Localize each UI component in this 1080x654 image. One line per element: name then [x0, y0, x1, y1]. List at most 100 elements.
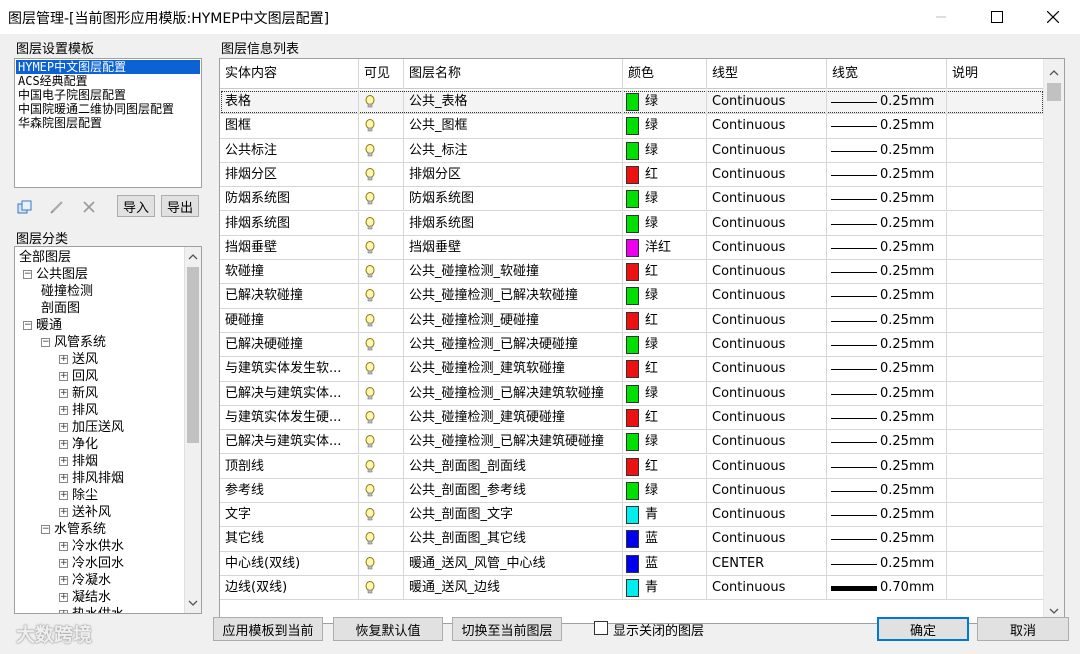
cell-lineweight[interactable]: 0.25mm	[827, 138, 947, 163]
close-button[interactable]	[1030, 0, 1076, 34]
color-swatch[interactable]	[626, 506, 639, 525]
cell-layer-name[interactable]: 暖通_送风_风管_中心线	[404, 551, 623, 576]
cell-visible[interactable]	[359, 90, 404, 114]
cell-linetype[interactable]: Continuous	[707, 405, 827, 430]
cell-layer-name[interactable]: 排烟分区	[404, 162, 623, 187]
expand-icon[interactable]: +	[59, 440, 68, 449]
tree-item[interactable]: 热水供水	[72, 606, 124, 613]
cell-layer-name[interactable]: 公共_剖面图_其它线	[404, 527, 623, 552]
table-row[interactable]: 挡烟垂壁 挡烟垂壁 洋红 Continuous 0.25mm	[220, 235, 1044, 261]
table-row[interactable]: 其它线 公共_剖面图_其它线 蓝 Continuous 0.25mm	[220, 527, 1044, 552]
collapse-icon[interactable]: −	[41, 525, 50, 534]
cell-color[interactable]: 绿	[623, 478, 707, 503]
tree-item[interactable]: 冷水回水	[72, 555, 124, 572]
cell-layer-name[interactable]: 公共_剖面图_参考线	[404, 478, 623, 503]
table-row[interactable]: 文字 公共_剖面图_文字 青 Continuous 0.25mm	[220, 503, 1044, 528]
column-header-color[interactable]: 颜色	[623, 59, 707, 89]
color-swatch[interactable]	[626, 141, 639, 160]
table-row[interactable]: 公共标注 公共_标注 绿 Continuous 0.25mm	[220, 138, 1044, 163]
color-swatch[interactable]	[626, 93, 639, 111]
expand-icon[interactable]: +	[59, 576, 68, 585]
tree-item[interactable]: 除尘	[72, 487, 98, 504]
export-button[interactable]: 导出	[161, 195, 199, 217]
cell-visible[interactable]	[359, 527, 404, 552]
bulb-icon[interactable]	[364, 118, 376, 134]
cell-layer-name[interactable]: 公共_碰撞检测_已解决软碰撞	[404, 284, 623, 309]
ok-button[interactable]: 确定	[877, 617, 969, 641]
edit-template-button[interactable]	[46, 196, 68, 218]
tree-item[interactable]: 送补风	[72, 504, 111, 521]
bulb-icon[interactable]	[364, 94, 376, 110]
cell-lineweight[interactable]: 0.70mm	[827, 576, 947, 600]
cell-note[interactable]	[947, 454, 1044, 479]
cell-linetype[interactable]: Continuous	[707, 527, 827, 552]
cell-color[interactable]: 洋红	[623, 235, 707, 260]
cell-visible[interactable]	[359, 503, 404, 528]
tree-item[interactable]: 风管系统	[54, 334, 106, 351]
expand-icon[interactable]: +	[59, 372, 68, 381]
bulb-icon[interactable]	[364, 531, 376, 547]
expand-icon[interactable]: +	[59, 491, 68, 500]
cell-color[interactable]: 绿	[623, 284, 707, 309]
cell-note[interactable]	[947, 357, 1044, 382]
cell-note[interactable]	[947, 405, 1044, 430]
cell-note[interactable]	[947, 260, 1044, 285]
cell-visible[interactable]	[359, 454, 404, 479]
cell-layer-name[interactable]: 公共_碰撞检测_硬碰撞	[404, 308, 623, 333]
cell-layer-name[interactable]: 公共_碰撞检测_已解决建筑硬碰撞	[404, 430, 623, 455]
color-swatch[interactable]	[626, 433, 639, 452]
cell-visible[interactable]	[359, 405, 404, 430]
cell-linetype[interactable]: Continuous	[707, 138, 827, 163]
cell-note[interactable]	[947, 381, 1044, 406]
cell-linetype[interactable]: Continuous	[707, 114, 827, 139]
color-swatch[interactable]	[626, 530, 639, 549]
cell-linetype[interactable]: Continuous	[707, 260, 827, 285]
collapse-icon[interactable]: −	[23, 270, 32, 279]
cell-layer-name[interactable]: 公共_碰撞检测_建筑硬碰撞	[404, 405, 623, 430]
color-swatch[interactable]	[626, 190, 639, 209]
cell-color[interactable]: 绿	[623, 114, 707, 139]
tree-item[interactable]: 新风	[72, 385, 98, 402]
column-header-layer[interactable]: 图层名称	[404, 59, 623, 89]
cell-lineweight[interactable]: 0.25mm	[827, 260, 947, 285]
template-item[interactable]: ACS经典配置	[16, 74, 200, 88]
cell-linetype[interactable]: CENTER	[707, 551, 827, 576]
template-list[interactable]: HYMEP中文图层配置 ACS经典配置 中国电子院图层配置 中国院暖通二维协同图…	[14, 58, 202, 188]
cell-lineweight[interactable]: 0.25mm	[827, 527, 947, 552]
bulb-icon[interactable]	[364, 434, 376, 450]
cell-lineweight[interactable]: 0.25mm	[827, 90, 947, 114]
cell-lineweight[interactable]: 0.25mm	[827, 114, 947, 139]
cell-lineweight[interactable]: 0.25mm	[827, 187, 947, 212]
cell-note[interactable]	[947, 503, 1044, 528]
scroll-down-icon[interactable]	[185, 595, 201, 611]
color-swatch[interactable]	[626, 214, 639, 233]
color-swatch[interactable]	[626, 311, 639, 330]
cell-layer-name[interactable]: 挡烟垂壁	[404, 235, 623, 260]
bulb-icon[interactable]	[364, 361, 376, 377]
cell-note[interactable]	[947, 333, 1044, 357]
color-swatch[interactable]	[626, 263, 639, 282]
cell-layer-name[interactable]: 暖通_送风_边线	[404, 576, 623, 600]
cell-note[interactable]	[947, 114, 1044, 139]
cell-color[interactable]: 红	[623, 162, 707, 187]
cell-visible[interactable]	[359, 381, 404, 406]
cell-linetype[interactable]: Continuous	[707, 333, 827, 357]
cell-color[interactable]: 绿	[623, 187, 707, 212]
cell-color[interactable]: 青	[623, 503, 707, 528]
table-row[interactable]: 已解决与建筑实体... 公共_碰撞检测_已解决建筑软碰撞 绿 Continuous 0.…	[220, 381, 1044, 406]
bulb-icon[interactable]	[364, 337, 376, 353]
cell-visible[interactable]	[359, 576, 404, 600]
cell-layer-name[interactable]: 公共_碰撞检测_软碰撞	[404, 260, 623, 285]
tree-item[interactable]: 暖通	[36, 317, 62, 334]
apply-template-button[interactable]: 应用模板到当前	[213, 617, 323, 641]
cell-lineweight[interactable]: 0.25mm	[827, 235, 947, 260]
table-row[interactable]: 图框 公共_图框 绿 Continuous 0.25mm	[220, 114, 1044, 139]
expand-icon[interactable]: +	[59, 593, 68, 602]
cell-note[interactable]	[947, 430, 1044, 455]
expand-icon[interactable]: +	[59, 559, 68, 568]
column-header-entity[interactable]: 实体内容	[220, 59, 359, 89]
minimize-button[interactable]	[918, 0, 964, 34]
cell-lineweight[interactable]: 0.25mm	[827, 454, 947, 479]
cell-color[interactable]: 红	[623, 357, 707, 382]
bulb-icon[interactable]	[364, 507, 376, 523]
